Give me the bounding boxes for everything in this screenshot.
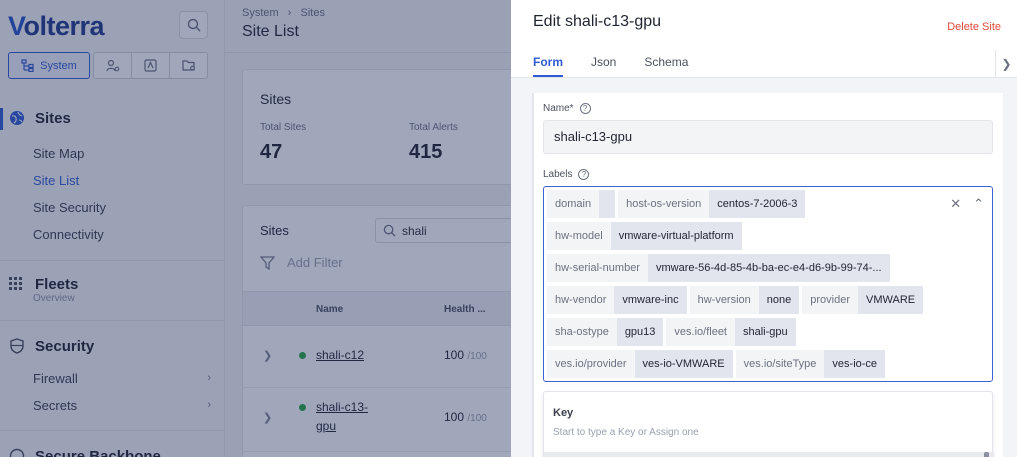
label-chip[interactable]: hw-vendor vmware-inc [547, 286, 687, 314]
label-chip[interactable]: provider VMWARE [802, 286, 924, 314]
label-chip[interactable]: domain [547, 190, 616, 218]
label-key: hw-vendor [547, 286, 615, 314]
label-value: VMWARE [858, 286, 924, 314]
help-icon[interactable]: ? [579, 103, 591, 114]
edit-site-panel: Edit shali-c13-gpu Delete Site Form Json… [511, 0, 1017, 457]
label-value [599, 190, 616, 218]
label-value: vmware-virtual-platform [610, 222, 742, 250]
label-key: provider [802, 286, 859, 314]
label-chip[interactable]: sha-ostype gpu13 [547, 318, 664, 346]
tab-schema[interactable]: Schema [644, 55, 688, 77]
label-value: vmware-inc [614, 286, 687, 314]
labels-multiselect[interactable]: domain host-os-version centos-7-2006-3 ✕ … [543, 186, 993, 382]
label-value: centos-7-2006-3 [709, 190, 806, 218]
label-key: domain [547, 190, 600, 218]
key-dropdown-title: Key [553, 407, 574, 419]
modal-backdrop[interactable] [0, 0, 511, 457]
labels-row: domain host-os-version centos-7-2006-3 [547, 190, 806, 218]
labels-field-label: Labels ? [543, 169, 590, 180]
panel-title: Edit shali-c13-gpu [533, 13, 662, 30]
label-chip[interactable]: hw-version none [689, 286, 800, 314]
label-key: ves.io/fleet [666, 318, 735, 346]
label-key: host-os-version [618, 190, 710, 218]
name-input[interactable]: shali-c13-gpu [543, 120, 993, 154]
labels-row: ves.io/provider ves-io-VMWARE ves.io/site… [547, 350, 886, 378]
field-label-text: Name* [543, 103, 574, 114]
name-field-label: Name* ? [543, 103, 591, 114]
help-icon[interactable]: ? [578, 169, 590, 180]
chevron-up-icon[interactable]: ⌃ [973, 196, 984, 212]
panel-tabs: Form Json Schema [533, 55, 688, 77]
label-chip[interactable]: hw-serial-number vmware-56-4d-85-4b-ba-ec… [547, 254, 890, 282]
labels-row: hw-serial-number vmware-56-4d-85-4b-ba-ec… [547, 254, 890, 282]
label-chip[interactable]: ves.io/siteType ves-io-ce [735, 350, 886, 378]
label-key: ves.io/siteType [735, 350, 825, 378]
label-key: ves.io/provider [547, 350, 635, 378]
label-value: ves-io-ce [824, 350, 886, 378]
label-value: ves-io-VMWARE [634, 350, 733, 378]
horizontal-scrollbar[interactable] [544, 452, 994, 457]
label-key: hw-model [547, 222, 611, 250]
label-chip[interactable]: ves.io/provider ves-io-VMWARE [547, 350, 733, 378]
labels-row: sha-ostype gpu13 ves.io/fleet shali-gpu [547, 318, 796, 346]
label-value: shali-gpu [735, 318, 796, 346]
label-key: hw-version [689, 286, 759, 314]
label-value: none [758, 286, 800, 314]
label-chip[interactable]: hw-model vmware-virtual-platform [547, 222, 742, 250]
field-label-text: Labels [543, 169, 573, 180]
label-chip[interactable]: host-os-version centos-7-2006-3 [618, 190, 806, 218]
tab-json[interactable]: Json [591, 55, 616, 77]
labels-row: hw-model vmware-virtual-platform [547, 222, 742, 250]
labels-controls: ✕ ⌃ [950, 196, 984, 212]
label-key-dropdown: Key Start to type a Key or Assign one [543, 391, 994, 457]
key-dropdown-hint: Start to type a Key or Assign one [553, 427, 699, 438]
label-key: sha-ostype [547, 318, 617, 346]
label-chip[interactable]: ves.io/fleet shali-gpu [666, 318, 796, 346]
label-key: hw-serial-number [547, 254, 648, 282]
clear-icon[interactable]: ✕ [950, 196, 961, 212]
tab-form[interactable]: Form [533, 55, 563, 77]
labels-row: hw-vendor vmware-inc hw-version none provi… [547, 286, 924, 314]
label-value: gpu13 [616, 318, 664, 346]
label-value: vmware-56-4d-85-4b-ba-ec-e4-d6-9b-99-74-… [647, 254, 890, 282]
delete-site-button[interactable]: Delete Site [947, 21, 1001, 33]
chevron-right-icon[interactable]: ❯ [995, 50, 1017, 77]
scrollbar-thumb[interactable] [984, 452, 989, 457]
